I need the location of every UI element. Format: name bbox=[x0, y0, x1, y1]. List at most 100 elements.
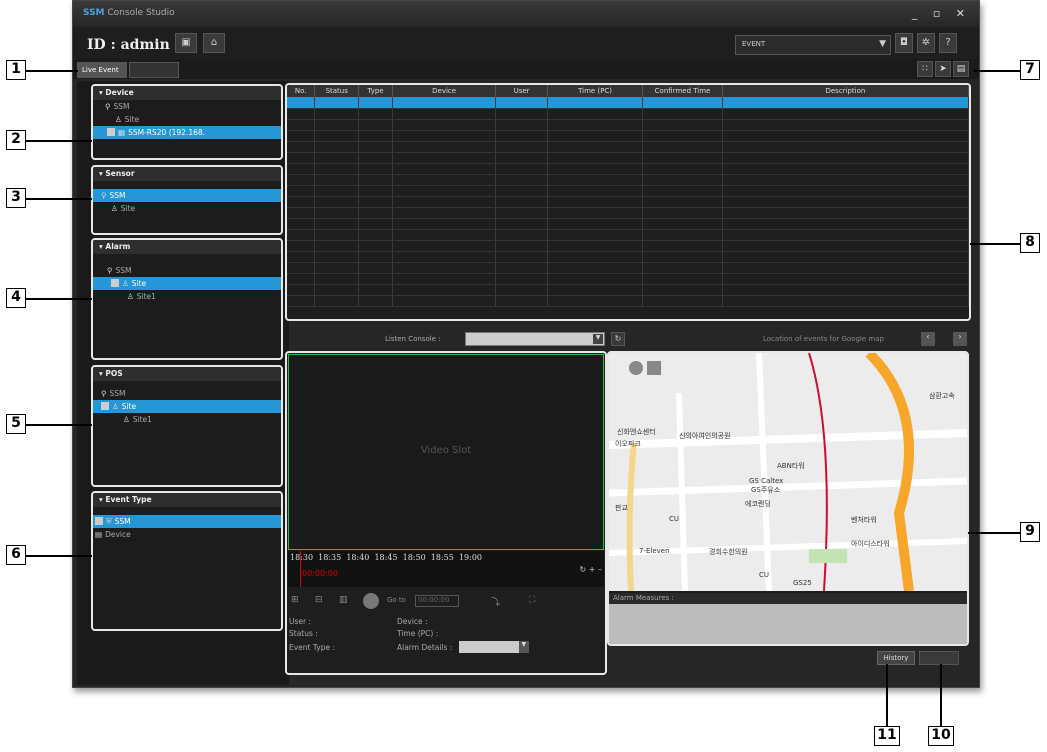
table-row[interactable] bbox=[287, 284, 969, 296]
table-row[interactable] bbox=[287, 273, 969, 285]
go-icon[interactable]: ⤵ bbox=[491, 595, 500, 608]
column-header[interactable]: Status bbox=[314, 85, 360, 97]
play-button[interactable] bbox=[363, 593, 379, 609]
tree-node-device[interactable]: ▤ Device bbox=[93, 528, 281, 541]
checkbox[interactable] bbox=[107, 128, 115, 136]
table-row[interactable] bbox=[287, 108, 969, 120]
column-header[interactable]: Type bbox=[358, 85, 393, 97]
column-header[interactable]: Description bbox=[722, 85, 969, 97]
table-cell bbox=[392, 119, 497, 131]
tree-node-site1[interactable]: ♙ Site1 bbox=[93, 413, 281, 426]
table-cell bbox=[642, 240, 723, 252]
tree-node-ssm[interactable]: ⚲ SSM bbox=[93, 189, 281, 202]
tree-node-ssm[interactable]: ⚲ SSM bbox=[93, 264, 281, 277]
window-controls[interactable]: _ ▫ ✕ bbox=[912, 7, 971, 20]
event-mode-select[interactable]: EVENT ▼ bbox=[735, 35, 891, 55]
tree-node-site[interactable]: ♙ Site bbox=[93, 277, 281, 290]
column-header[interactable]: Device bbox=[392, 85, 497, 97]
detail-button[interactable] bbox=[919, 651, 959, 665]
checkbox[interactable] bbox=[101, 402, 109, 410]
previous-button[interactable]: ‹ bbox=[921, 332, 935, 346]
table-cell bbox=[287, 295, 316, 307]
record-button[interactable]: ◘ bbox=[895, 33, 913, 53]
table-cell bbox=[495, 163, 548, 175]
export-icon[interactable]: ⊟ bbox=[315, 595, 323, 605]
device-panel-title[interactable]: ▾ Device bbox=[93, 86, 281, 100]
column-header[interactable]: No. bbox=[287, 85, 316, 97]
event-list-grid: No. Status Type Device User Time (PC) Confirme… bbox=[285, 83, 971, 321]
table-cell bbox=[495, 130, 548, 142]
tree-node-ssm-rs20[interactable]: ▦ SSM-RS20 (192.168. bbox=[93, 126, 281, 139]
listen-console-select[interactable]: ▼ bbox=[465, 332, 605, 346]
column-header[interactable]: Confirmed Time bbox=[642, 85, 723, 97]
table-row[interactable] bbox=[287, 141, 969, 153]
table-cell bbox=[722, 174, 969, 186]
goto-time-input[interactable]: 00:00:00 bbox=[415, 595, 459, 607]
table-row[interactable] bbox=[287, 130, 969, 142]
tick-label: 18:55 bbox=[430, 553, 454, 562]
lock-screen-button[interactable]: ▣ bbox=[175, 33, 197, 53]
tree-node-site1[interactable]: ♙ Site1 bbox=[93, 290, 281, 303]
tree-node-ssm[interactable]: ⚲ SSM bbox=[93, 387, 281, 400]
app-title: SSM Console Studio bbox=[83, 8, 175, 18]
table-row[interactable] bbox=[287, 97, 969, 109]
tree-node-ssm[interactable]: ⚲ SSM bbox=[93, 100, 281, 113]
map-panel: ABN타워 GS Caltex GS주유소 에코랜딩 벤처타워 CU 7-Ele… bbox=[607, 351, 969, 646]
refresh-button[interactable]: ↻ bbox=[611, 332, 625, 346]
playback-timeline[interactable]: 18:30 18:35 18:40 18:45 18:50 18:55 19:0… bbox=[288, 551, 604, 587]
table-row[interactable] bbox=[287, 185, 969, 197]
video-slot[interactable]: Video Slot bbox=[288, 354, 604, 550]
help-button[interactable]: ? bbox=[939, 33, 957, 53]
help-icon: ? bbox=[945, 37, 951, 48]
table-cell bbox=[287, 141, 316, 153]
layout-button[interactable]: ∷ bbox=[917, 61, 933, 77]
sensor-panel-title[interactable]: ▾ Sensor bbox=[93, 167, 281, 181]
checkbox[interactable] bbox=[95, 517, 103, 525]
tab-live-event[interactable]: Live Event bbox=[77, 62, 127, 78]
capture-icon[interactable]: ⊞ bbox=[291, 595, 299, 605]
column-header[interactable]: Time (PC) bbox=[547, 85, 644, 97]
history-button[interactable]: History bbox=[877, 651, 915, 665]
table-cell bbox=[495, 218, 548, 230]
table-row[interactable] bbox=[287, 119, 969, 131]
table-row[interactable] bbox=[287, 207, 969, 219]
pos-panel-title[interactable]: ▾ POS bbox=[93, 367, 281, 381]
event-mode-value: EVENT bbox=[742, 40, 766, 48]
next-button[interactable]: › bbox=[953, 332, 967, 346]
google-map[interactable]: ABN타워 GS Caltex GS주유소 에코랜딩 벤처타워 CU 7-Ele… bbox=[609, 353, 967, 591]
table-row[interactable] bbox=[287, 240, 969, 252]
table-cell bbox=[358, 251, 393, 263]
alarm-details-select[interactable]: ▼ bbox=[458, 641, 529, 653]
event-type-panel-title[interactable]: ▾ Event Type bbox=[93, 493, 281, 507]
table-row[interactable] bbox=[287, 229, 969, 241]
table-row[interactable] bbox=[287, 251, 969, 263]
table-row[interactable] bbox=[287, 295, 969, 307]
table-row[interactable] bbox=[287, 174, 969, 186]
table-row[interactable] bbox=[287, 196, 969, 208]
copy-button[interactable]: ▤ bbox=[953, 61, 969, 77]
table-row[interactable] bbox=[287, 152, 969, 164]
table-row[interactable] bbox=[287, 262, 969, 274]
timeline-zoom-controls[interactable]: ↻ + – bbox=[580, 565, 603, 574]
alarm-measures-label: Alarm Measures : bbox=[609, 593, 967, 604]
sensor-title: Sensor bbox=[105, 169, 135, 178]
table-cell bbox=[314, 130, 360, 142]
logout-button[interactable]: ⌂ bbox=[203, 33, 225, 53]
fullscreen-icon[interactable]: ⛶ bbox=[529, 595, 535, 605]
table-row[interactable] bbox=[287, 163, 969, 175]
table-cell bbox=[392, 240, 497, 252]
table-row[interactable] bbox=[287, 218, 969, 230]
checkbox[interactable] bbox=[111, 279, 119, 287]
tree-node-site[interactable]: ♙ Site bbox=[93, 202, 281, 215]
alarm-panel-title[interactable]: ▾ Alarm bbox=[93, 240, 281, 254]
column-header[interactable]: User bbox=[495, 85, 548, 97]
tree-node-site[interactable]: ♙ Site bbox=[93, 113, 281, 126]
alarm-measures-box[interactable]: Alarm Measures : bbox=[609, 593, 967, 644]
settings-button[interactable]: ✲ bbox=[917, 33, 935, 53]
tab-secondary[interactable] bbox=[129, 62, 179, 78]
user-label: User : bbox=[289, 617, 312, 626]
tree-node-site[interactable]: ♙ Site bbox=[93, 400, 281, 413]
send-button[interactable]: ➤ bbox=[935, 61, 951, 77]
tree-node-ssm[interactable]: ⛨ SSM bbox=[93, 515, 281, 528]
print-icon[interactable]: ▥ bbox=[339, 595, 348, 605]
